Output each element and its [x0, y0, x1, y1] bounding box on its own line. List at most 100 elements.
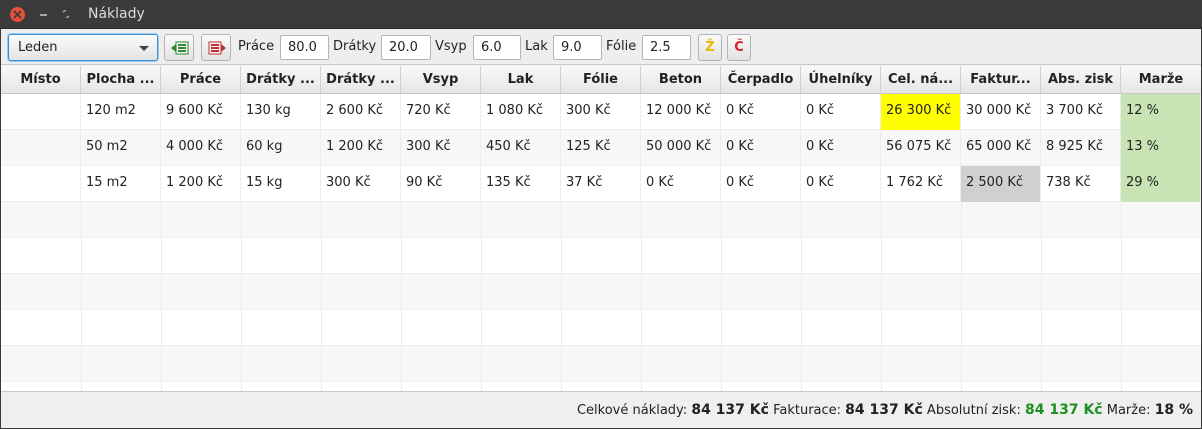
- vsyp-input[interactable]: [473, 35, 521, 60]
- profit-label: Absolutní zisk:: [926, 403, 1021, 418]
- window-title: Náklady: [88, 6, 145, 22]
- cell-plocha: 50 m2: [81, 130, 161, 166]
- col-header-vsyp[interactable]: Vsyp: [401, 66, 481, 94]
- cell-beton: 0 Kč: [641, 166, 721, 202]
- cell-lak: 135 Kč: [481, 166, 561, 202]
- col-header-prace[interactable]: Práce: [161, 66, 241, 94]
- cell-dratky-kg: 130 kg: [241, 94, 321, 130]
- lak-input[interactable]: [553, 35, 602, 60]
- cell-prace: 4 000 Kč: [161, 130, 241, 166]
- cell-folie: 37 Kč: [561, 166, 641, 202]
- cell-prace: 9 600 Kč: [161, 94, 241, 130]
- cell-marze: 13 %: [1121, 130, 1201, 166]
- col-header-lak[interactable]: Lak: [481, 66, 561, 94]
- grid-lines: [81, 202, 1122, 391]
- billing-value: 84 137 Kč: [845, 402, 923, 418]
- cell-abs-zisk: 738 Kč: [1041, 166, 1121, 202]
- lak-label: Lak: [525, 39, 548, 54]
- table-row[interactable]: 120 m2 9 600 Kč 130 kg 2 600 Kč 720 Kč 1…: [1, 94, 1201, 130]
- col-header-misto[interactable]: Místo: [1, 66, 81, 94]
- dratky-label: Drátky: [333, 39, 377, 54]
- cell-abs-zisk: 3 700 Kč: [1041, 94, 1121, 130]
- billing-label: Fakturace:: [773, 403, 842, 418]
- cell-plocha: 15 m2: [81, 166, 161, 202]
- col-header-folie[interactable]: Fólie: [561, 66, 641, 94]
- import-button[interactable]: [164, 34, 194, 61]
- col-header-fakturace[interactable]: Faktur...: [961, 66, 1041, 94]
- restore-icon[interactable]: [60, 8, 72, 20]
- cell-vsyp: 720 Kč: [401, 94, 481, 130]
- cell-plocha: 120 m2: [81, 94, 161, 130]
- cell-uhelniky: 0 Kč: [801, 166, 881, 202]
- cell-vsyp: 300 Kč: [401, 130, 481, 166]
- export-icon: [208, 41, 226, 55]
- vsyp-label: Vsyp: [435, 39, 467, 54]
- table-row[interactable]: 15 m2 1 200 Kč 15 kg 300 Kč 90 Kč 135 Kč…: [1, 166, 1201, 202]
- toolbar: Leden Práce Drátky Vsyp: [1, 29, 1201, 65]
- month-select[interactable]: Leden: [8, 34, 158, 61]
- minimize-icon[interactable]: [38, 8, 50, 20]
- cell-fakturace: 2 500 Kč: [961, 166, 1041, 202]
- col-header-dratky-kc[interactable]: Drátky ...: [321, 66, 401, 94]
- cell-beton: 50 000 Kč: [641, 130, 721, 166]
- col-header-abs-zisk[interactable]: Abs. zisk: [1041, 66, 1121, 94]
- cell-folie: 300 Kč: [561, 94, 641, 130]
- cell-prace: 1 200 Kč: [161, 166, 241, 202]
- cell-cerpadlo: 0 Kč: [721, 130, 801, 166]
- cell-celkove: 26 300 Kč: [881, 94, 961, 130]
- margin-label: Marže:: [1106, 403, 1151, 418]
- margin-value: 18 %: [1154, 402, 1193, 418]
- dratky-input[interactable]: [381, 35, 431, 60]
- cell-fakturace: 30 000 Kč: [961, 94, 1041, 130]
- c-button[interactable]: Č: [727, 34, 751, 61]
- cell-dratky-kc: 2 600 Kč: [321, 94, 401, 130]
- cell-dratky-kg: 60 kg: [241, 130, 321, 166]
- col-header-beton[interactable]: Beton: [641, 66, 721, 94]
- status-summary: Celkové náklady: 84 137 Kč Fakturace: 84…: [577, 402, 1193, 418]
- cell-uhelniky: 0 Kč: [801, 94, 881, 130]
- cell-misto: [1, 166, 81, 202]
- table-row[interactable]: 50 m2 4 000 Kč 60 kg 1 200 Kč 300 Kč 450…: [1, 130, 1201, 166]
- cell-marze: 12 %: [1121, 94, 1201, 130]
- costs-value: 84 137 Kč: [691, 402, 769, 418]
- import-icon: [171, 41, 189, 55]
- costs-table: Místo Plocha ... Práce Drátky ... Drátky…: [1, 66, 1201, 391]
- costs-label: Celkové náklady:: [576, 403, 688, 418]
- cell-dratky-kc: 1 200 Kč: [321, 130, 401, 166]
- close-icon[interactable]: [10, 7, 25, 22]
- main-window: Leden Práce Drátky Vsyp: [1, 29, 1201, 428]
- cell-cerpadlo: 0 Kč: [721, 94, 801, 130]
- month-select-value: Leden: [18, 40, 58, 55]
- prace-label: Práce: [238, 39, 275, 54]
- title-bar: Náklady: [0, 0, 1202, 29]
- cell-uhelniky: 0 Kč: [801, 130, 881, 166]
- cell-lak: 450 Kč: [481, 130, 561, 166]
- status-bar: Celkové náklady: 84 137 Kč Fakturace: 84…: [1, 391, 1201, 428]
- cell-marze: 29 %: [1121, 166, 1201, 202]
- cell-vsyp: 90 Kč: [401, 166, 481, 202]
- z-button[interactable]: Ž: [698, 34, 722, 61]
- col-header-plocha[interactable]: Plocha ...: [81, 66, 161, 94]
- cell-dratky-kc: 300 Kč: [321, 166, 401, 202]
- prace-input[interactable]: [280, 35, 329, 60]
- chevron-down-icon: [139, 46, 149, 51]
- cell-celkove: 1 762 Kč: [881, 166, 961, 202]
- cell-misto: [1, 130, 81, 166]
- cell-misto: [1, 94, 81, 130]
- cell-lak: 1 080 Kč: [481, 94, 561, 130]
- cell-dratky-kg: 15 kg: [241, 166, 321, 202]
- folie-label: Fólie: [606, 39, 637, 54]
- col-header-uhelniky[interactable]: Úhelníky: [801, 66, 881, 94]
- col-header-cerpadlo[interactable]: Čerpadlo: [721, 66, 801, 94]
- cell-celkove: 56 075 Kč: [881, 130, 961, 166]
- profit-value: 84 137 Kč: [1024, 402, 1103, 418]
- col-header-dratky-kg[interactable]: Drátky ...: [241, 66, 321, 94]
- table-header: Místo Plocha ... Práce Drátky ... Drátky…: [1, 66, 1201, 94]
- folie-input[interactable]: [642, 35, 691, 60]
- col-header-marze[interactable]: Marže: [1121, 66, 1201, 94]
- export-button[interactable]: [201, 34, 231, 61]
- cell-fakturace: 65 000 Kč: [961, 130, 1041, 166]
- col-header-celkove[interactable]: Cel. ná...: [881, 66, 961, 94]
- cell-abs-zisk: 8 925 Kč: [1041, 130, 1121, 166]
- cell-cerpadlo: 0 Kč: [721, 166, 801, 202]
